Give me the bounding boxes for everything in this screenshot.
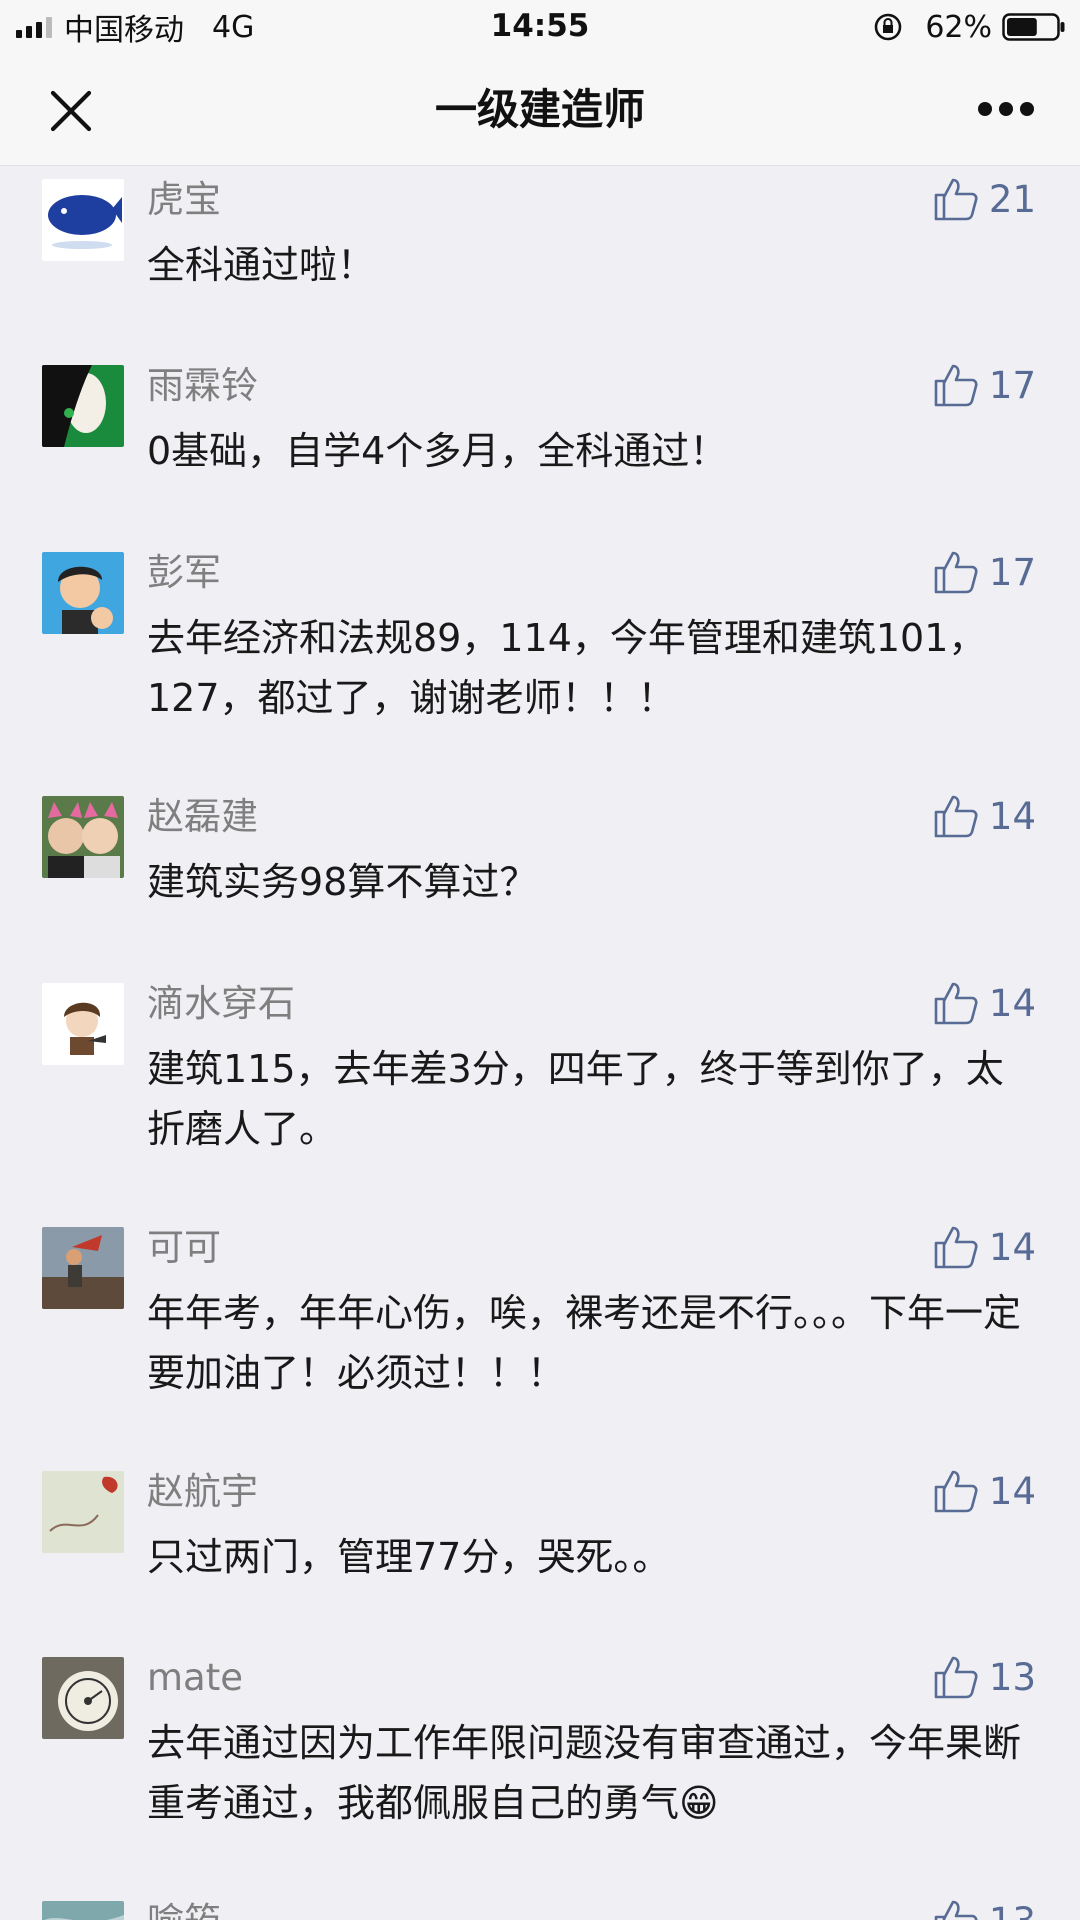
more-icon[interactable] [978, 102, 1034, 118]
battery-percent: 62% [925, 9, 992, 45]
like-count: 14 [988, 981, 1036, 1025]
avatar[interactable] [42, 796, 124, 878]
status-right: 62% [873, 9, 1066, 45]
comment-nickname[interactable]: 赵磊建 [147, 792, 258, 842]
like-count: 13 [988, 1655, 1036, 1699]
like-count: 17 [988, 550, 1036, 594]
thumbs-up-icon [934, 1470, 978, 1513]
comment-nickname[interactable]: 可可 [147, 1223, 221, 1273]
comment-text: 去年经济和法规89，114，今年管理和建筑101，127，都过了，谢谢老师！！！ [147, 616, 987, 720]
thumbs-up-icon [934, 551, 978, 594]
like-button[interactable]: 13 [933, 1649, 1036, 1705]
comment-text: 建筑实务98算不算过？ [147, 860, 538, 904]
thumbs-up-icon [934, 364, 978, 407]
thumbs-up-icon [934, 1900, 978, 1920]
comment-nickname[interactable]: 滴水穿石 [147, 979, 295, 1029]
thumbs-up-icon [934, 982, 978, 1025]
like-count: 14 [988, 1469, 1036, 1513]
screen: 中国移动 4G 14:55 62% 一级建造师 虎宝 21 全科通过啦！ 雨霖铃… [0, 0, 1080, 1920]
comment-nickname[interactable]: 赵航宇 [147, 1467, 258, 1517]
comment-nickname[interactable]: 雨霖铃 [147, 361, 258, 411]
like-count: 13 [989, 1900, 1036, 1920]
like-button[interactable]: 17 [933, 544, 1036, 600]
like-count: 17 [988, 363, 1036, 407]
avatar[interactable] [42, 1227, 124, 1309]
avatar[interactable] [42, 1657, 124, 1739]
nav-bar: 一级建造师 [0, 54, 1080, 166]
comment-text: 只过两门，管理77分，哭死。。 [147, 1535, 671, 1579]
like-button[interactable]: 14 [933, 788, 1036, 844]
like-count: 14 [988, 794, 1036, 838]
thumbs-up-icon [934, 178, 978, 221]
like-button[interactable]: 14 [933, 1463, 1036, 1519]
avatar[interactable] [42, 983, 124, 1065]
thumbs-up-icon [934, 795, 978, 838]
thumbs-up-icon [934, 1226, 978, 1269]
avatar[interactable] [42, 179, 124, 261]
like-button[interactable]: 17 [933, 357, 1036, 413]
page-title: 一级建造师 [434, 85, 645, 134]
avatar[interactable] [42, 552, 124, 634]
like-button[interactable]: 21 [933, 171, 1036, 227]
avatar[interactable] [42, 1471, 124, 1553]
comment-nickname[interactable]: 彭军 [147, 548, 221, 598]
comment-text: 0基础，自学4个多月，全科通过！ [147, 429, 728, 473]
comment-text: 建筑115，去年差3分，四年了，终于等到你了，太折磨人了。 [147, 1047, 1004, 1151]
comment-list[interactable]: 虎宝 21 全科通过啦！ 雨霖铃 17 0基础，自学4个多月，全科通过！ 彭军 [0, 167, 1080, 1920]
comment-nickname[interactable]: 喻筠 [147, 1897, 221, 1920]
rotation-lock-icon [875, 13, 902, 41]
like-count: 14 [988, 1225, 1036, 1269]
like-button[interactable]: 13 [933, 1893, 1036, 1920]
avatar[interactable] [42, 1901, 124, 1920]
comment-nickname[interactable]: 虎宝 [147, 175, 221, 225]
status-bar: 中国移动 4G 14:55 62% [0, 0, 1080, 54]
like-count: 21 [988, 177, 1036, 221]
like-button[interactable]: 14 [933, 1219, 1036, 1275]
thumbs-up-icon [934, 1656, 978, 1699]
battery-icon [1002, 13, 1065, 41]
comment-text: 去年通过因为工作年限问题没有审查通过，今年果断重考通过，我都佩服自己的勇气😁 [147, 1721, 1022, 1825]
comment-nickname[interactable]: mate [147, 1653, 243, 1703]
avatar[interactable] [42, 365, 124, 447]
comment-text: 年年考，年年心伤，唉，裸考还是不行。。。下年一定要加油了！必须过！！！ [147, 1291, 1022, 1395]
like-button[interactable]: 14 [933, 975, 1036, 1031]
comment-text: 全科通过啦！ [147, 243, 376, 287]
